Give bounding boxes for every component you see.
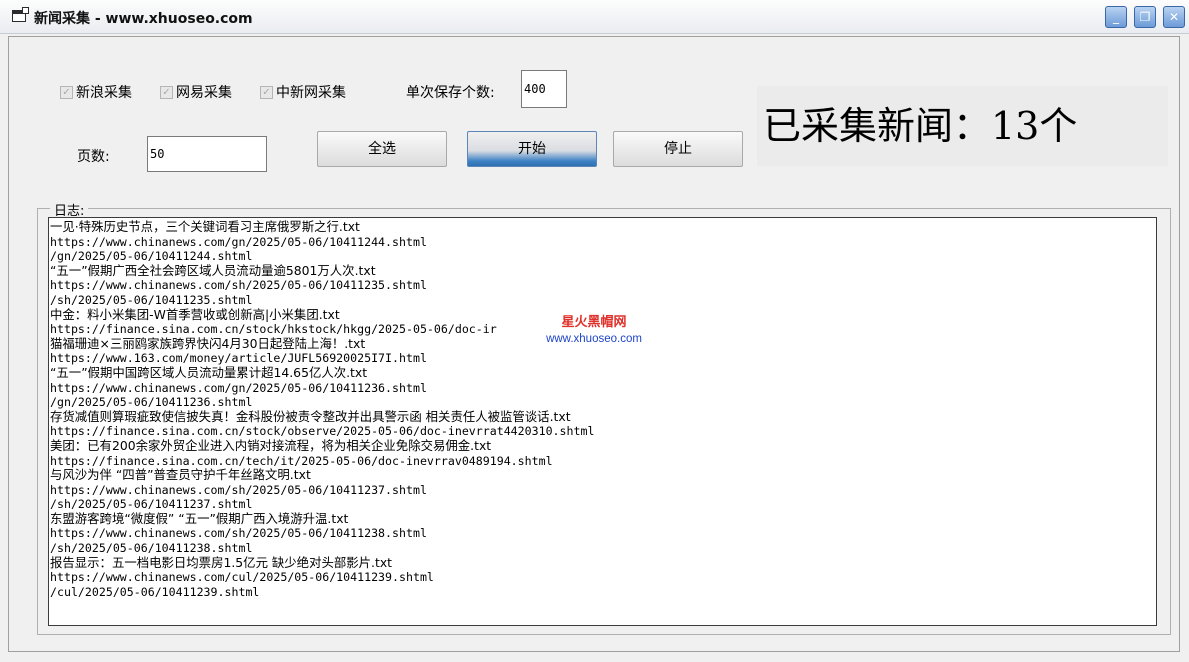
log-line: /sh/2025/05-06/10411235.shtml: [50, 292, 253, 307]
minimize-button[interactable]: _: [1105, 6, 1127, 28]
window-title: 新闻采集 - www.xhuoseo.com: [34, 11, 253, 27]
log-line: /gn/2025/05-06/10411244.shtml: [50, 249, 253, 264]
log-line: “五一”假期广西全社会跨区域人员流动量逾5801万人次.txt: [50, 262, 376, 278]
stop-button[interactable]: 停止: [613, 131, 743, 167]
check-icon: ✓: [160, 85, 173, 99]
close-button[interactable]: ✕: [1163, 6, 1185, 28]
app-window-icon: [12, 7, 29, 22]
sina-checkbox[interactable]: ✓ 新浪采集: [60, 82, 132, 102]
chinanews-checkbox-label: 中新网采集: [276, 85, 346, 101]
log-line: https://www.chinanews.com/sh/2025/05-06/…: [50, 278, 427, 293]
close-icon: ✕: [1168, 10, 1180, 24]
log-line: 存货减值则算瑕疵致使信披失真！金科股份被责令整改并出具警示函 相关责任人被监管谈…: [50, 408, 571, 424]
log-line: https://www.chinanews.com/sh/2025/05-06/…: [50, 526, 427, 541]
minimize-icon: _: [1113, 10, 1119, 24]
netease-checkbox-label: 网易采集: [176, 85, 232, 101]
log-line: 一见·特殊历史节点，三个关键词看习主席俄罗斯之行.txt: [50, 219, 360, 234]
log-line: /cul/2025/05-06/10411239.shtml: [50, 584, 260, 599]
save-count-input[interactable]: 400: [521, 70, 567, 108]
log-textarea[interactable]: 一见·特殊历史节点，三个关键词看习主席俄罗斯之行.txt https://www.…: [48, 217, 1157, 626]
log-line: https://finance.sina.com.cn/stock/observ…: [50, 424, 595, 439]
pages-input[interactable]: 50: [147, 136, 267, 172]
watermark: 星火黑帽网 www.xhuoseo.com: [540, 315, 648, 347]
netease-checkbox[interactable]: ✓ 网易采集: [160, 82, 232, 102]
log-line: https://www.chinanews.com/sh/2025/05-06/…: [50, 482, 427, 497]
check-icon: ✓: [260, 85, 273, 99]
log-line: 与风沙为伴 “四普”普查员守护千年丝路文明.txt: [50, 467, 311, 483]
log-line: https://www.chinanews.com/gn/2025/05-06/…: [50, 234, 427, 249]
log-line: https://www.163.com/money/article/JUFL56…: [50, 351, 427, 366]
log-line: https://www.chinanews.com/gn/2025/05-06/…: [50, 380, 427, 395]
sina-checkbox-label: 新浪采集: [76, 85, 132, 101]
start-button[interactable]: 开始: [467, 131, 597, 167]
log-line: /sh/2025/05-06/10411238.shtml: [50, 541, 253, 556]
watermark-url: www.xhuoseo.com: [546, 333, 642, 345]
log-line: /sh/2025/05-06/10411237.shtml: [50, 497, 253, 512]
title-bar: 新闻采集 - www.xhuoseo.com _ ❐ ✕: [0, 0, 1189, 34]
log-line: /gn/2025/05-06/10411236.shtml: [50, 395, 253, 410]
check-icon: ✓: [60, 85, 73, 99]
select-all-button[interactable]: 全选: [317, 131, 447, 167]
watermark-name: 星火黑帽网: [561, 315, 627, 330]
restore-button[interactable]: ❐: [1134, 6, 1156, 28]
save-count-label: 单次保存个数:: [406, 85, 495, 101]
log-line: https://finance.sina.com.cn/tech/it/2025…: [50, 453, 553, 468]
log-line: 东盟游客跨境“微度假” “五一”假期广西入境游升温.txt: [50, 510, 349, 526]
chinanews-checkbox[interactable]: ✓ 中新网采集: [260, 82, 346, 102]
log-line: https://www.chinanews.com/cul/2025/05-06…: [50, 570, 434, 585]
log-line: “五一”假期中国跨区域人员流动量累计超14.65亿人次.txt: [50, 364, 368, 380]
collected-count-display: 已采集新闻：13个: [757, 86, 1168, 166]
restore-icon: ❐: [1139, 10, 1151, 24]
pages-label: 页数:: [77, 149, 110, 165]
log-line: 美团：已有200余家外贸企业进入内销对接流程，将为相关企业免除交易佣金.txt: [50, 437, 492, 453]
log-line: 报告显示：五一档电影日均票房1.5亿元 缺少绝对头部影片.txt: [50, 554, 393, 570]
